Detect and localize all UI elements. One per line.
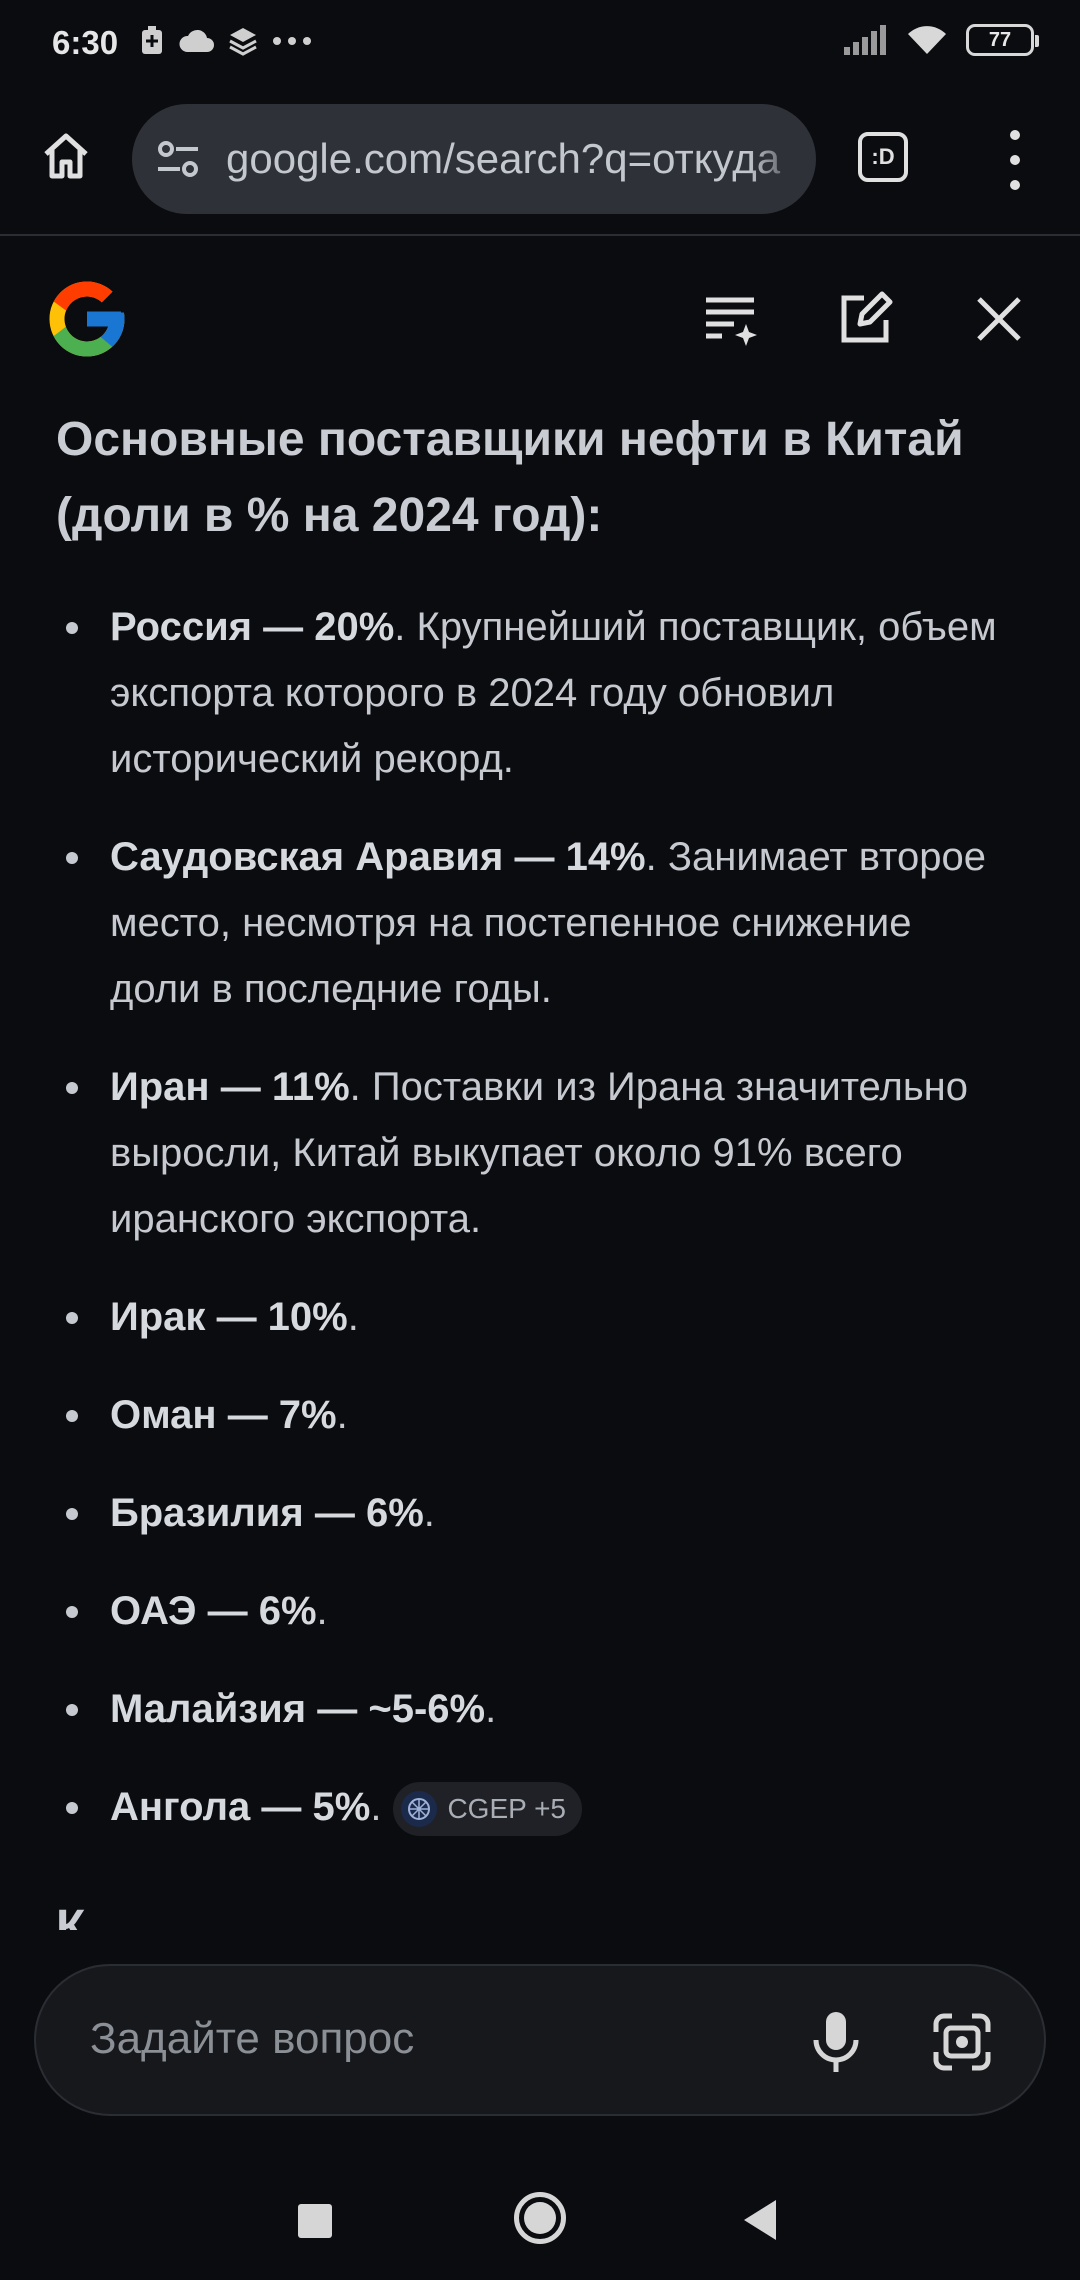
wifi-icon [908, 26, 946, 54]
list-item-bold: Саудовская Аравия — 14% [110, 835, 646, 879]
status-time: 6:30 [52, 24, 119, 61]
list-item: Оман — 7%. [56, 1382, 1006, 1448]
google-logo-icon [49, 281, 125, 357]
status-bar: 6:30 77 [0, 0, 1080, 90]
list-sparkle-button[interactable] [702, 290, 760, 348]
truncated-text: К [56, 1901, 86, 1930]
list-item: Саудовская Аравия — 14%. Занимает второе… [56, 824, 1006, 1022]
ai-overview-header [0, 238, 1080, 398]
more-dots-icon [273, 37, 311, 45]
ask-input-bar[interactable]: Задайте вопрос [34, 1964, 1046, 2116]
battery-icon: 77 [966, 24, 1039, 56]
list-item-bold: Бразилия — 6% [110, 1491, 424, 1535]
supplier-list: Россия — 20%. Крупнейший поставщик, объе… [56, 594, 1036, 1840]
list-item: Иран — 11%. Поставки из Ирана значительн… [56, 1054, 1006, 1252]
list-item: ОАЭ — 6%. [56, 1578, 1006, 1644]
system-nav-bar [0, 2160, 1080, 2280]
list-item-bold: Ангола — 5% [110, 1785, 371, 1829]
home-icon [44, 133, 88, 179]
edit-button[interactable] [836, 290, 894, 348]
menu-dot [1010, 180, 1020, 190]
signal-icon [844, 25, 886, 55]
list-item-text: . [336, 1393, 348, 1437]
cloud-icon [179, 29, 214, 52]
close-button[interactable] [970, 290, 1028, 348]
screen: 6:30 77 google.com/search?q=откуда :D Ос… [0, 0, 1080, 2280]
browser-toolbar: google.com/search?q=откуда :D [0, 90, 1080, 236]
home-button[interactable] [36, 126, 96, 186]
home-nav-dot [524, 2202, 556, 2234]
browser-menu-button[interactable] [1000, 130, 1030, 190]
back-button[interactable] [744, 2200, 776, 2240]
list-item-bold: Ирак — 10% [110, 1295, 348, 1339]
ai-overview-content: Основные поставщики нефти в Китай (доли … [56, 402, 1036, 1872]
edit-icon [841, 291, 893, 343]
list-item-text: . [316, 1589, 328, 1633]
layers-icon [229, 28, 257, 56]
menu-dot [1010, 130, 1020, 140]
list-item: Бразилия — 6%. [56, 1480, 1006, 1546]
answer-heading: Основные поставщики нефти в Китай (доли … [56, 413, 964, 542]
microphone-icon[interactable] [804, 2008, 868, 2076]
battery-saver-icon [142, 26, 162, 54]
tab-switcher-button[interactable]: :D [858, 132, 908, 182]
list-item-bold: ОАЭ — 6% [110, 1589, 317, 1633]
list-item-text: . [485, 1687, 497, 1731]
list-item: Россия — 20%. Крупнейший поставщик, объе… [56, 594, 1006, 792]
menu-dot [1010, 155, 1020, 165]
url-text[interactable]: google.com/search?q=откуда [226, 135, 806, 183]
list-item-bold: Иран — 11% [110, 1065, 350, 1109]
status-icons-right: 77 [844, 24, 1039, 56]
status-icons-left [140, 26, 312, 56]
list-item: Ангола — 5%. CGEP +5 [56, 1774, 1006, 1840]
list-item-bold: Оман — 7% [110, 1393, 337, 1437]
google-lens-icon[interactable] [930, 2010, 994, 2074]
list-item: Малайзия — ~5-6%. [56, 1676, 1006, 1742]
address-bar[interactable]: google.com/search?q=откуда [132, 104, 816, 214]
close-icon [977, 297, 1021, 341]
source-logo-icon [401, 1791, 438, 1828]
list-item-text: . [370, 1785, 382, 1829]
list-item-text: . [347, 1295, 359, 1339]
home-nav-button[interactable] [514, 2192, 566, 2244]
list-sparkle-icon [706, 297, 757, 346]
ask-input[interactable]: Задайте вопрос [90, 2014, 414, 2064]
ai-actions [702, 290, 1028, 348]
list-item-text: . [423, 1491, 435, 1535]
source-chip-label: CGEP +5 [447, 1793, 566, 1825]
list-item: Ирак — 10%. [56, 1284, 1006, 1350]
list-item-bold: Малайзия — ~5-6% [110, 1687, 486, 1731]
site-settings-icon[interactable] [154, 135, 202, 183]
source-chip[interactable]: CGEP +5 [393, 1782, 582, 1837]
list-item-bold: Россия — 20% [110, 605, 395, 649]
recents-button[interactable] [298, 2204, 332, 2238]
